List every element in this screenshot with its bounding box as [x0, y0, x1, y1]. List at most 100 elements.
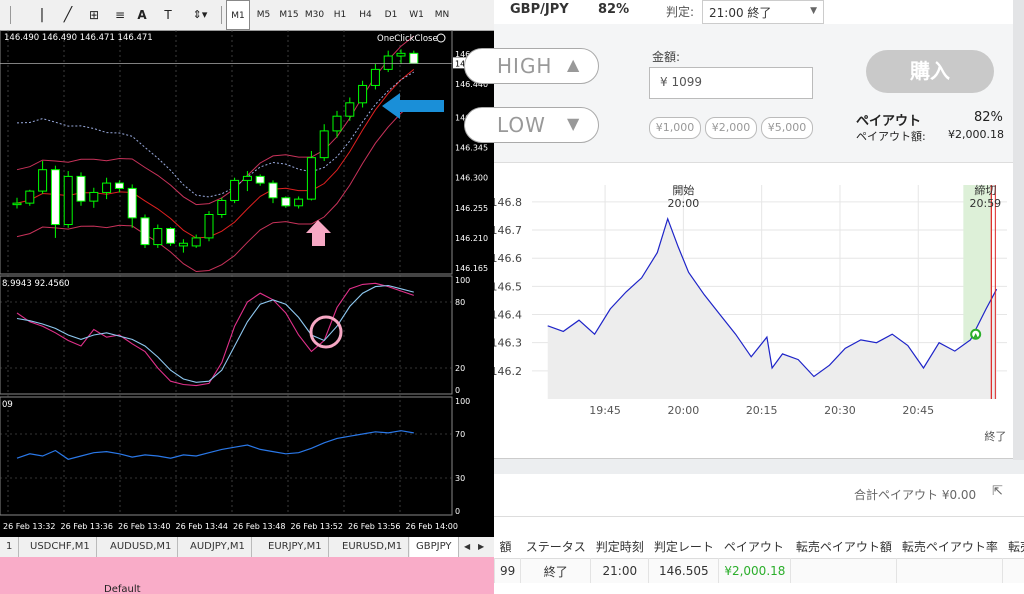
high-button[interactable]: HIGH ▲: [464, 48, 599, 84]
table-cell: [790, 558, 897, 583]
y-tick-label: 146.7: [494, 224, 522, 237]
amount-label: 金額:: [652, 50, 681, 64]
time-axis-label: 26 Feb 13:36: [61, 522, 113, 531]
candle: [319, 130, 329, 159]
time-axis-label: 26 Feb 13:52: [291, 522, 343, 531]
amount-input[interactable]: ¥ 1099: [649, 67, 813, 99]
candle: [281, 197, 291, 207]
candle: [383, 55, 393, 70]
chart-tab[interactable]: 1: [0, 537, 20, 557]
candle: [306, 157, 316, 200]
fibonacci-icon[interactable]: ≡: [110, 0, 130, 30]
judge-time-value: 21:00 終了: [709, 6, 772, 20]
candle: [25, 190, 35, 204]
chart-tab[interactable]: AUDUSD,M1: [104, 537, 179, 557]
period-w1[interactable]: W1: [405, 0, 429, 30]
y-tick-label: 146.2: [494, 365, 522, 378]
rsi-axis-label: 100: [455, 397, 470, 406]
candle: [127, 187, 137, 219]
y-tick-label: 146.3: [494, 337, 522, 350]
trade-header: GBP/JPY 82% 判定: 21:00 終了 ▼: [494, 0, 1024, 24]
quick-amount-5000[interactable]: ¥5,000: [761, 117, 813, 139]
history-table: 額ステータス判定時刻判定レートペイアウト転売ペイアウト額転売ペイアウト率転売 9…: [493, 534, 1024, 583]
column-header: 判定時刻: [595, 539, 644, 554]
chart-tab[interactable]: USDCHF,M1: [24, 537, 97, 557]
high-label: HIGH: [497, 54, 553, 78]
end-label: 終了: [984, 429, 1006, 443]
toolbar-separator: [10, 6, 11, 24]
candle: [50, 169, 60, 226]
payout-amount-label: ペイアウト額:: [856, 130, 926, 143]
y-tick-label: 146.5: [494, 280, 522, 293]
status-text: Default: [104, 584, 141, 594]
candle: [370, 68, 380, 86]
tab-scroll-left-icon[interactable]: ◀: [462, 537, 472, 557]
ohlc-header: 146.490 146.490 146.471 146.471: [4, 33, 153, 43]
period-m15[interactable]: M15: [277, 0, 301, 30]
price-axis-label: 146.300: [455, 174, 488, 183]
candle: [332, 115, 342, 132]
table-cell: 21:00: [590, 558, 649, 583]
candle: [38, 169, 48, 192]
candle: [217, 199, 227, 216]
mt4-chart-area[interactable]: 146.485146.471146.440146.390146.345146.3…: [0, 30, 494, 537]
rsi-pane: [0, 396, 453, 516]
judge-time-select[interactable]: 21:00 終了 ▼: [702, 0, 824, 24]
arrow-down-icon: ▼: [567, 114, 580, 133]
rsi-line: [16, 430, 414, 460]
x-tick-label: 20:00: [668, 404, 700, 417]
period-m5[interactable]: M5: [252, 0, 276, 30]
one-click-close-label[interactable]: OneClickClose: [377, 34, 438, 44]
period-h1[interactable]: H1: [328, 0, 352, 30]
table-cell: [1002, 558, 1024, 583]
vertical-scrollbar[interactable]: [1013, 0, 1024, 460]
price-chart[interactable]: 19:45 20:00 20:15 20:30 20:45 146.8 146.7 146.6…: [494, 163, 1013, 458]
start-marker-label: 開始: [672, 183, 694, 197]
low-button[interactable]: LOW ▼: [464, 107, 599, 143]
chart-tab[interactable]: AUDJPY,M1: [184, 537, 252, 557]
tab-scroll-right-icon[interactable]: ▶: [476, 537, 486, 557]
price-axis-label: 146.255: [455, 204, 488, 213]
candle: [153, 228, 163, 246]
period-d1[interactable]: D1: [379, 0, 403, 30]
chart-tab[interactable]: EURUSD,M1: [336, 537, 410, 557]
trading-panel: GBP/JPY 82% 判定: 21:00 終了 ▼ HIGH ▲ LOW ▼ …: [464, 0, 1024, 594]
cursor-line-icon[interactable]: |: [32, 0, 52, 30]
time-axis-label: 26 Feb 13:48: [233, 522, 285, 531]
candle: [178, 242, 188, 247]
candle: [76, 175, 86, 202]
quick-amount-2000[interactable]: ¥2,000: [705, 117, 757, 139]
grid-tools-icon[interactable]: ⊞: [84, 0, 104, 30]
table-row[interactable]: 99 終了 21:00 146.505 ¥2,000.18: [493, 558, 1024, 583]
toolbar-separator: [221, 6, 222, 24]
period-m1[interactable]: M1: [226, 0, 250, 30]
judge-label: 判定:: [666, 5, 695, 19]
trendline-icon[interactable]: ╱: [58, 0, 78, 30]
label-tool-icon[interactable]: T: [158, 0, 178, 30]
chart-tab[interactable]: EURJPY,M1: [262, 537, 329, 557]
chart-tab[interactable]: GBPJPY: [410, 537, 459, 559]
export-icon[interactable]: ⇱: [992, 484, 1003, 499]
candle: [358, 84, 368, 104]
entry-up-icon: ▲: [973, 332, 978, 339]
time-axis-label: 26 Feb 13:40: [118, 522, 170, 531]
period-m30[interactable]: M30: [303, 0, 327, 30]
candle: [294, 198, 304, 207]
low-label: LOW: [497, 113, 546, 137]
period-h4[interactable]: H4: [354, 0, 378, 30]
candle: [191, 237, 201, 247]
quick-amount-1000[interactable]: ¥1,000: [649, 117, 701, 139]
arrows-tool-icon[interactable]: ⇕▾: [186, 0, 214, 30]
period-mn[interactable]: MN: [430, 0, 454, 30]
y-tick-label: 146.6: [494, 252, 522, 265]
close-icon[interactable]: [436, 33, 446, 43]
candle: [89, 191, 99, 202]
buy-button[interactable]: 購入: [866, 50, 994, 93]
time-axis-label: 26 Feb 14:00: [406, 522, 458, 531]
x-tick-label: 19:45: [589, 404, 621, 417]
column-header: ステータス: [525, 539, 586, 554]
candle: [230, 179, 240, 201]
table-cell: [896, 558, 1003, 583]
currency-pair: GBP/JPY: [510, 2, 569, 17]
text-tool-icon[interactable]: A: [134, 0, 150, 30]
